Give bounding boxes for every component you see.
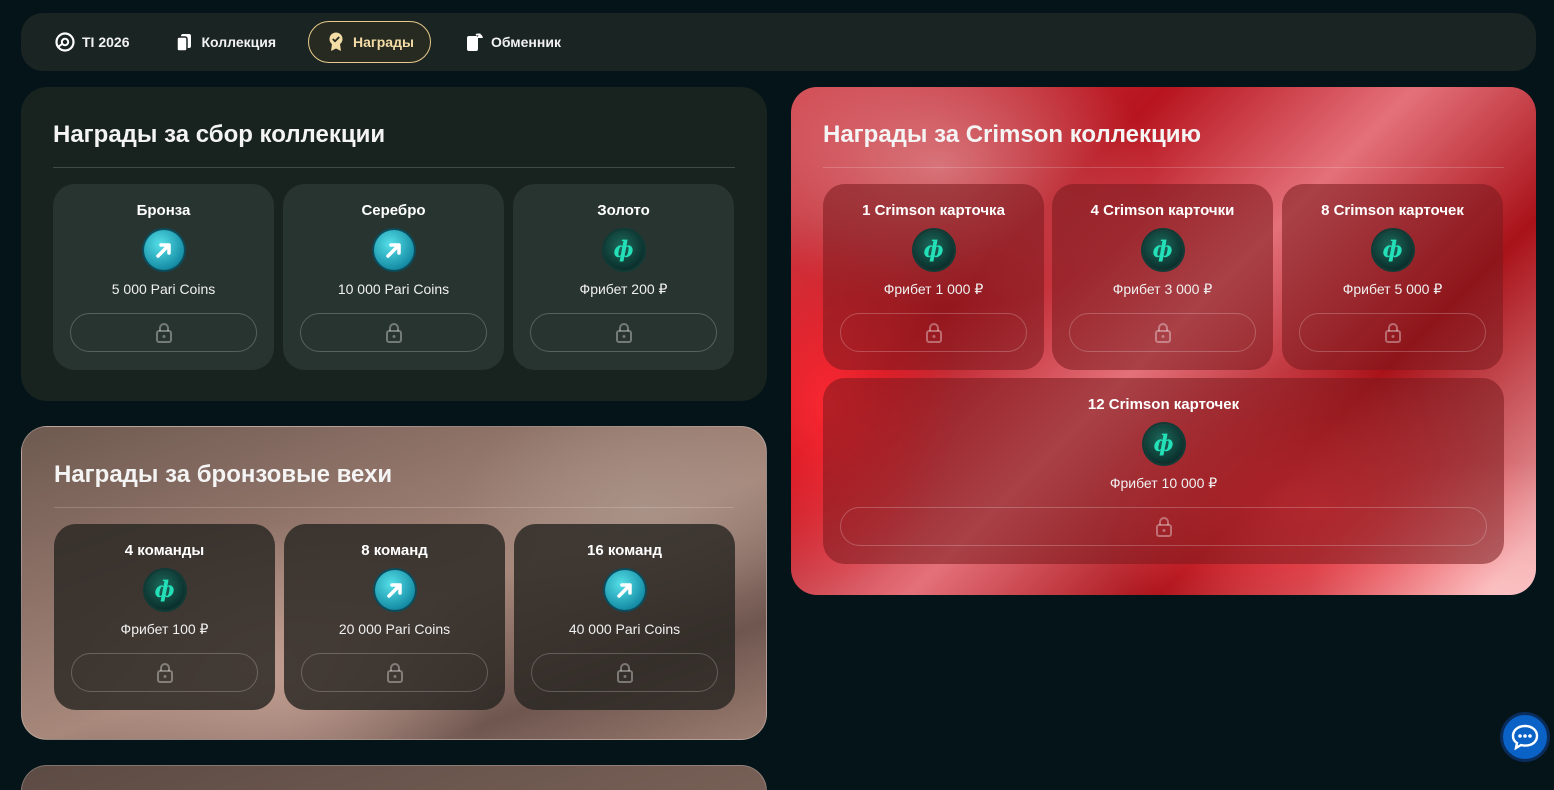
medal-icon xyxy=(325,31,347,53)
milestone-card-4-teams: 4 команды ф Фрибет 100 ₽ xyxy=(54,524,275,710)
reward-card-bronze: Бронза 5 000 Pari Coins xyxy=(53,184,274,370)
lock-icon xyxy=(386,662,403,683)
freebet-icon: ф xyxy=(1142,230,1183,270)
top-nav: TI 2026 Коллекция Награды Обменник xyxy=(21,13,1536,71)
card-value: 5 000 Pari Coins xyxy=(111,281,216,297)
crimson-card-12: 12 Crimson карточек ф Фрибет 10 000 ₽ xyxy=(823,378,1504,564)
card-title: 1 Crimson карточка xyxy=(862,202,1005,219)
freebet-symbol: ф xyxy=(154,577,175,603)
lock-icon xyxy=(1154,322,1171,343)
card-value: Фрибет 1 000 ₽ xyxy=(883,281,984,297)
locked-claim-button[interactable] xyxy=(530,313,717,352)
lock-icon xyxy=(156,662,173,683)
locked-claim-button[interactable] xyxy=(531,653,718,692)
milestone-card-8-teams: 8 команд 20 000 Pari Coins xyxy=(284,524,505,710)
card-value: Фрибет 3 000 ₽ xyxy=(1112,281,1213,297)
divider xyxy=(54,507,734,508)
freebet-icon: ф xyxy=(1143,424,1184,464)
nav-tab-label: Награды xyxy=(353,34,414,50)
card-title: 8 команд xyxy=(361,542,428,559)
card-value: Фрибет 5 000 ₽ xyxy=(1342,281,1443,297)
card-title: Серебро xyxy=(361,202,426,219)
card-title: 4 команды xyxy=(124,542,205,559)
cards-icon xyxy=(173,31,195,53)
collection-rewards-panel: Награды за сбор коллекции Бронза 5 000 P… xyxy=(21,87,767,401)
freebet-symbol: ф xyxy=(923,237,944,263)
pari-coin-icon xyxy=(604,570,645,610)
panel-title: Награды за сбор коллекции xyxy=(53,121,386,148)
card-title: Золото xyxy=(597,202,650,219)
panel-title: Награды за бронзовые вехи xyxy=(54,461,393,488)
card-value: 10 000 Pari Coins xyxy=(337,281,450,297)
card-value: 20 000 Pari Coins xyxy=(338,621,451,637)
freebet-icon: ф xyxy=(1372,230,1413,270)
panel-title: Награды за Crimson коллекцию xyxy=(823,121,1202,148)
card-value: Фрибет 100 ₽ xyxy=(120,621,209,637)
pari-coin-icon xyxy=(143,230,184,270)
exchange-icon xyxy=(463,31,485,53)
reward-card-gold: Золото ф Фрибет 200 ₽ xyxy=(513,184,734,370)
freebet-icon: ф xyxy=(144,570,185,610)
freebet-symbol: ф xyxy=(1382,237,1403,263)
milestone-card-16-teams: 16 команд 40 000 Pari Coins xyxy=(514,524,735,710)
card-value: 40 000 Pari Coins xyxy=(568,621,681,637)
crimson-card-1: 1 Crimson карточка ф Фрибет 1 000 ₽ xyxy=(823,184,1044,370)
crimson-card-8: 8 Crimson карточек ф Фрибет 5 000 ₽ xyxy=(1282,184,1503,370)
nav-tab-rewards[interactable]: Награды xyxy=(308,21,431,63)
locked-claim-button[interactable] xyxy=(70,313,257,352)
crimson-card-4: 4 Crimson карточки ф Фрибет 3 000 ₽ xyxy=(1052,184,1273,370)
divider xyxy=(823,167,1504,168)
crimson-rewards-panel: Награды за Crimson коллекцию 1 Crimson к… xyxy=(791,87,1536,595)
locked-claim-button[interactable] xyxy=(840,313,1027,352)
lock-icon xyxy=(615,322,632,343)
freebet-symbol: ф xyxy=(613,237,634,263)
card-value: Фрибет 200 ₽ xyxy=(579,281,668,297)
card-title: Бронза xyxy=(136,202,191,219)
pari-coin-icon xyxy=(374,570,415,610)
nav-tab-collection[interactable]: Коллекция xyxy=(161,21,288,63)
nav-tab-ti-2026[interactable]: TI 2026 xyxy=(42,21,141,63)
lock-icon xyxy=(616,662,633,683)
pari-coin-icon xyxy=(373,230,414,270)
locked-claim-button[interactable] xyxy=(301,653,488,692)
card-title: 8 Crimson карточек xyxy=(1321,202,1464,219)
freebet-icon: ф xyxy=(913,230,954,270)
next-milestones-panel xyxy=(21,765,767,790)
card-title: 12 Crimson карточек xyxy=(1087,396,1240,413)
lock-icon xyxy=(1384,322,1401,343)
chat-bubble-icon xyxy=(1511,724,1539,751)
nav-tab-label: Коллекция xyxy=(201,34,277,50)
card-title: 4 Crimson карточки xyxy=(1090,202,1235,219)
locked-claim-button[interactable] xyxy=(300,313,487,352)
divider xyxy=(53,167,735,168)
chat-support-button[interactable] xyxy=(1500,712,1550,762)
locked-claim-button[interactable] xyxy=(71,653,258,692)
freebet-symbol: ф xyxy=(1152,237,1173,263)
locked-claim-button[interactable] xyxy=(840,507,1487,546)
freebet-icon: ф xyxy=(603,230,644,270)
ti-logo-icon xyxy=(54,31,76,53)
bronze-milestones-panel: Награды за бронзовые вехи 4 команды ф Фр… xyxy=(21,426,767,740)
lock-icon xyxy=(385,322,402,343)
lock-icon xyxy=(1155,516,1172,537)
card-value: Фрибет 10 000 ₽ xyxy=(1109,475,1218,491)
nav-tab-exchange[interactable]: Обменник xyxy=(451,21,573,63)
locked-claim-button[interactable] xyxy=(1069,313,1256,352)
nav-tab-label: TI 2026 xyxy=(82,34,130,50)
lock-icon xyxy=(925,322,942,343)
freebet-symbol: ф xyxy=(1153,431,1174,457)
reward-card-silver: Серебро 10 000 Pari Coins xyxy=(283,184,504,370)
locked-claim-button[interactable] xyxy=(1299,313,1486,352)
nav-tab-label: Обменник xyxy=(490,34,561,50)
card-title: 16 команд xyxy=(587,542,662,559)
lock-icon xyxy=(155,322,172,343)
